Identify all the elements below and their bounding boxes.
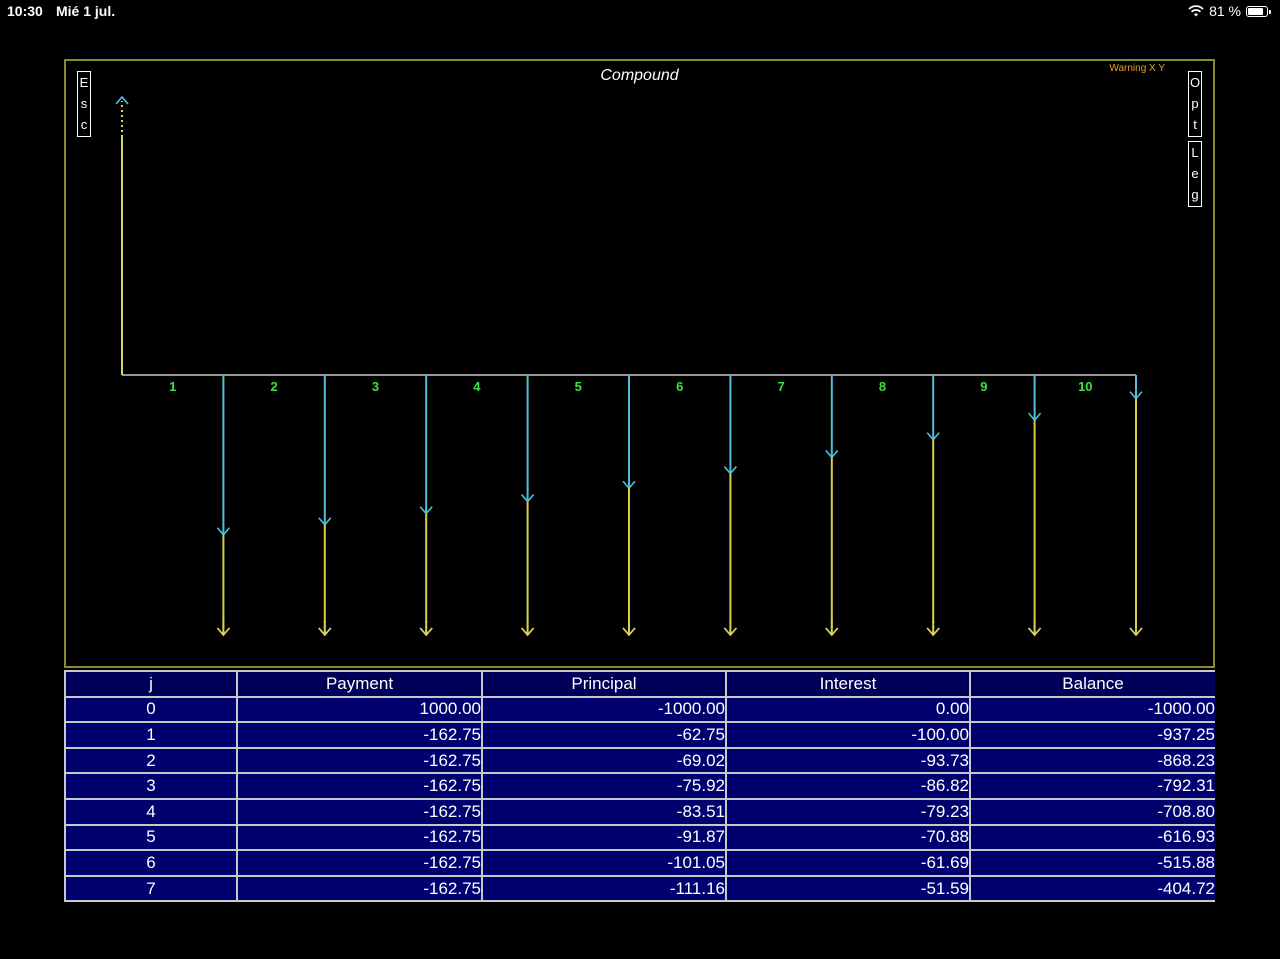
- table-cell: -162.75: [236, 721, 483, 749]
- status-bar: 10:30 Mié 1 jul. 81 %: [0, 0, 1280, 24]
- table-cell: 6: [64, 849, 238, 877]
- period-label: 6: [676, 379, 683, 394]
- table-cell: -51.59: [725, 874, 971, 903]
- wifi-icon: [1188, 5, 1204, 17]
- table-cell: 2: [64, 746, 238, 775]
- table-cell: 1000.00: [236, 695, 483, 724]
- period-label: 7: [777, 379, 784, 394]
- status-time: 10:30: [7, 3, 43, 19]
- leg-button[interactable]: L e g: [1188, 141, 1202, 207]
- table-cell: -111.16: [481, 874, 727, 903]
- cash-flow-chart: 1 2 3 4 5 6 7 8 9 10: [115, 95, 1143, 637]
- col-header-balance[interactable]: Balance: [969, 670, 1215, 698]
- col-header-principal[interactable]: Principal: [481, 670, 727, 698]
- table-cell: -515.88: [969, 849, 1215, 877]
- table-row[interactable]: 3 -162.75 -75.92 -86.82 -792.31: [64, 772, 1215, 800]
- table-cell: -93.73: [725, 746, 971, 775]
- table-cell: 5: [64, 823, 238, 852]
- table-header-row: j Payment Principal Interest Balance: [64, 670, 1215, 698]
- period-label: 5: [575, 379, 582, 394]
- period-label: 10: [1078, 379, 1092, 394]
- table-cell: -162.75: [236, 746, 483, 775]
- table-cell: -100.00: [725, 721, 971, 749]
- table-row[interactable]: 1 -162.75 -62.75 -100.00 -937.25: [64, 721, 1215, 749]
- opt-button[interactable]: O p t: [1188, 71, 1202, 137]
- table-cell: -162.75: [236, 823, 483, 852]
- chart-panel: 1 2 3 4 5 6 7 8 9 10 Compound Warning X Y E s c O…: [64, 59, 1215, 668]
- table-cell: -79.23: [725, 797, 971, 826]
- status-date: Mié 1 jul.: [56, 3, 116, 19]
- period-label: 1: [169, 379, 176, 394]
- table-row[interactable]: 6 -162.75 -101.05 -61.69 -515.88: [64, 849, 1215, 877]
- battery-icon: [1246, 5, 1271, 17]
- table-cell: -61.69: [725, 849, 971, 877]
- table-cell: -708.80: [969, 797, 1215, 826]
- status-indicators: 81 %: [1188, 3, 1271, 19]
- table-cell: -868.23: [969, 746, 1215, 775]
- table-cell: 0.00: [725, 695, 971, 724]
- table-cell: -91.87: [481, 823, 727, 852]
- table-cell: 0: [64, 695, 238, 724]
- period-label: 2: [270, 379, 277, 394]
- table-row[interactable]: 5 -162.75 -91.87 -70.88 -616.93: [64, 823, 1215, 852]
- table-cell: -162.75: [236, 874, 483, 903]
- table-cell: -1000.00: [969, 695, 1215, 724]
- esc-button[interactable]: E s c: [77, 71, 91, 137]
- table-cell: -69.02: [481, 746, 727, 775]
- table-row[interactable]: 4 -162.75 -83.51 -79.23 -708.80: [64, 797, 1215, 826]
- table-row[interactable]: 2 -162.75 -69.02 -93.73 -868.23: [64, 746, 1215, 775]
- chart-title: Compound: [600, 67, 679, 84]
- table-cell: -162.75: [236, 849, 483, 877]
- col-header-j[interactable]: j: [64, 670, 238, 698]
- table-cell: -404.72: [969, 874, 1215, 903]
- table-cell: -75.92: [481, 772, 727, 800]
- table-cell: 4: [64, 797, 238, 826]
- col-header-payment[interactable]: Payment: [236, 670, 483, 698]
- period-label: 3: [372, 379, 379, 394]
- table-cell: -792.31: [969, 772, 1215, 800]
- table-cell: 7: [64, 874, 238, 903]
- table-cell: -1000.00: [481, 695, 727, 724]
- table-cell: -83.51: [481, 797, 727, 826]
- table-cell: -616.93: [969, 823, 1215, 852]
- table-cell: -70.88: [725, 823, 971, 852]
- amortization-table: j Payment Principal Interest Balance 0 10…: [64, 670, 1215, 932]
- table-cell: 1: [64, 721, 238, 749]
- table-cell: -937.25: [969, 721, 1215, 749]
- table-cell: -162.75: [236, 797, 483, 826]
- table-cell: -86.82: [725, 772, 971, 800]
- table-cell: 3: [64, 772, 238, 800]
- table-cell: -62.75: [481, 721, 727, 749]
- col-header-interest[interactable]: Interest: [725, 670, 971, 698]
- period-label: 9: [980, 379, 987, 394]
- table-cell: -162.75: [236, 772, 483, 800]
- period-label: 8: [879, 379, 886, 394]
- table-cell: -101.05: [481, 849, 727, 877]
- battery-percent: 81 %: [1209, 3, 1241, 19]
- inflow-arrow-head: [115, 95, 129, 105]
- warning-label: Warning X Y: [1109, 63, 1165, 74]
- table-row[interactable]: 7 -162.75 -111.16 -51.59 -404.72: [64, 874, 1215, 903]
- table-row[interactable]: 0 1000.00 -1000.00 0.00 -1000.00: [64, 695, 1215, 724]
- period-label: 4: [473, 379, 481, 394]
- table-body: 0 1000.00 -1000.00 0.00 -1000.00 1 -162.75 -62.…: [64, 695, 1215, 903]
